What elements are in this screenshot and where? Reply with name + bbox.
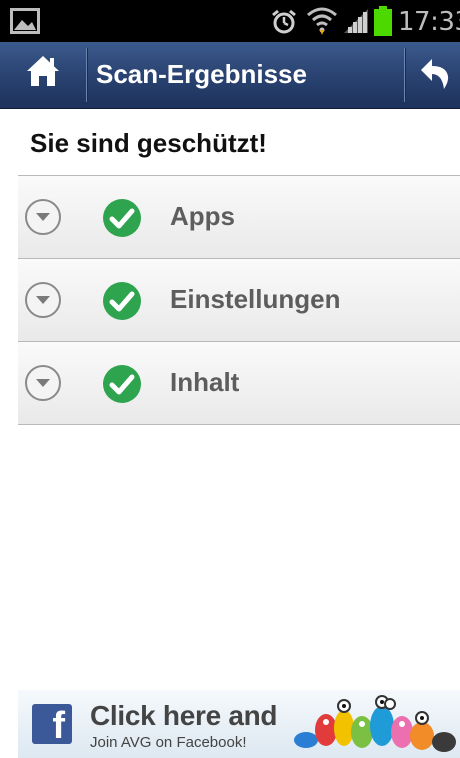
expand-icon[interactable] — [24, 364, 62, 402]
result-row-settings[interactable]: Einstellungen — [18, 258, 460, 341]
expand-icon[interactable] — [24, 198, 62, 236]
home-button[interactable] — [0, 42, 86, 108]
home-icon — [27, 56, 59, 86]
protection-summary: Sie sind geschützt! — [30, 128, 267, 158]
scan-results-list: Apps Einstellungen Inhalt — [18, 175, 460, 425]
alarm-icon — [272, 9, 296, 34]
result-label: Einstellungen — [170, 284, 341, 314]
banner-headline: Click here and — [90, 700, 278, 731]
signal-icon — [344, 9, 368, 33]
screen-title: Scan-Ergebnisse — [96, 59, 307, 89]
gallery-icon — [10, 8, 40, 34]
battery-icon — [374, 6, 392, 36]
expand-icon[interactable] — [24, 281, 62, 319]
result-row-content[interactable]: Inhalt — [18, 341, 460, 425]
facebook-banner[interactable]: f Click here and Join AVG on Facebook! — [18, 690, 460, 758]
banner-subtext: Join AVG on Facebook! — [90, 734, 247, 751]
check-icon — [103, 365, 141, 403]
status-time: 17:33 — [398, 7, 460, 37]
facebook-logo-icon: f — [32, 704, 72, 747]
action-bar-divider — [86, 48, 88, 102]
avg-mascots-illustration — [294, 695, 456, 752]
back-arrow-icon — [421, 59, 449, 89]
check-icon — [103, 282, 141, 320]
action-bar: Scan-Ergebnisse — [0, 42, 460, 109]
wifi-icon — [307, 7, 337, 35]
status-bar: 17:33 — [0, 0, 460, 42]
back-button[interactable] — [406, 42, 460, 108]
result-label: Inhalt — [170, 367, 240, 397]
result-row-apps[interactable]: Apps — [18, 175, 460, 258]
result-label: Apps — [170, 201, 235, 231]
check-icon — [103, 199, 141, 237]
